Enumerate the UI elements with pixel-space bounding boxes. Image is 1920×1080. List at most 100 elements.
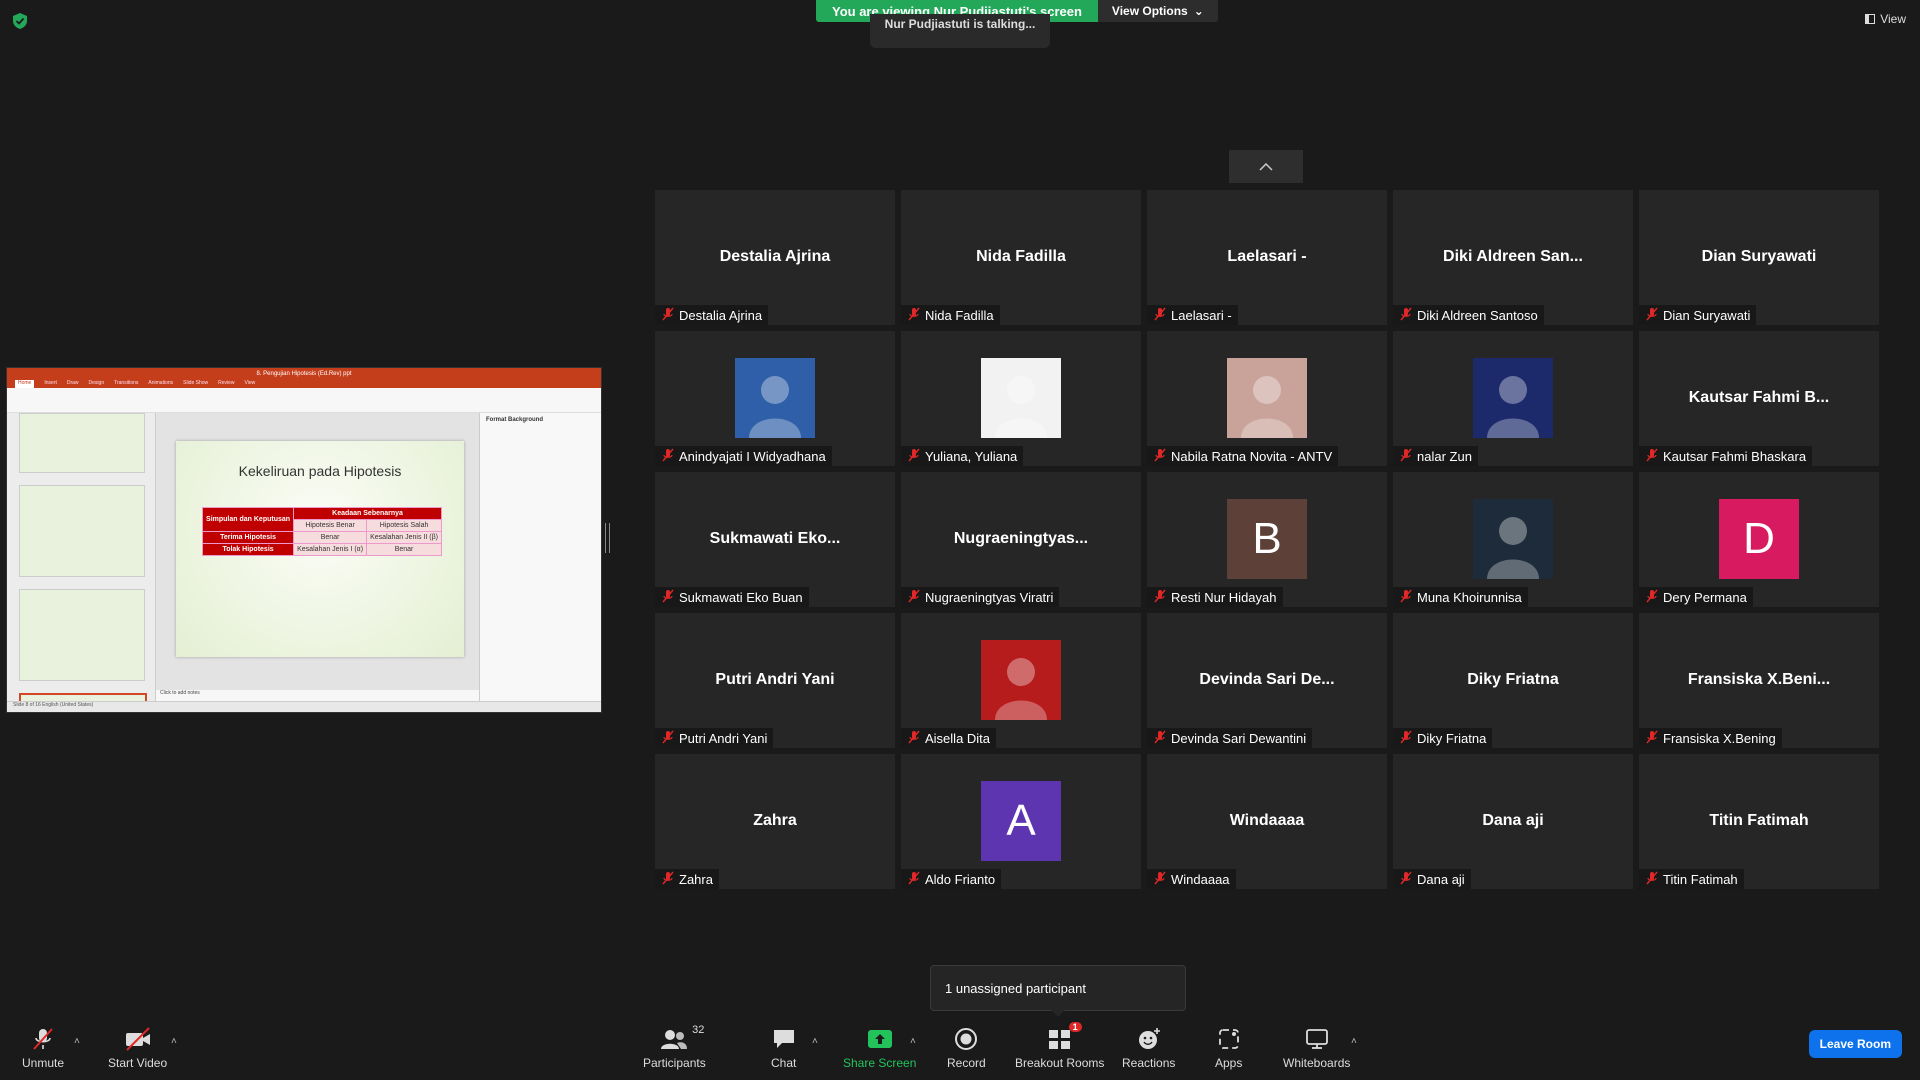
participant-tile[interactable]: Diki Aldreen San... Diki Aldreen Santoso	[1393, 190, 1633, 325]
participant-tile[interactable]: Putri Andri Yani Putri Andri Yani	[655, 613, 895, 748]
participant-tile[interactable]: A Aldo Frianto	[901, 754, 1141, 889]
participant-photo	[1473, 358, 1553, 438]
participant-display-name: Zahra	[753, 812, 797, 829]
muted-mic-icon	[1645, 871, 1659, 888]
participant-tile[interactable]: Dana aji Dana aji	[1393, 754, 1633, 889]
ppt-body: Kekeliruan pada Hipotesis Simpulan dan K…	[7, 413, 601, 707]
participant-name-label: Diky Friatna	[1393, 728, 1493, 748]
participant-tile[interactable]: Zahra Zahra	[655, 754, 895, 889]
participant-tile[interactable]: nalar Zun	[1393, 331, 1633, 466]
ppt-tab: Draw	[66, 380, 79, 386]
table-row-label: Terima Hipotesis	[201, 531, 295, 544]
apps-label: Apps	[1215, 1056, 1243, 1070]
ppt-tab: Insert	[44, 380, 57, 386]
leave-room-button[interactable]: Leave Room	[1808, 1030, 1902, 1058]
participant-tile[interactable]: Destalia Ajrina Destalia Ajrina	[655, 190, 895, 325]
muted-mic-icon	[661, 307, 675, 324]
chat-options-caret-icon[interactable]: ˄	[812, 1036, 818, 1047]
participant-tile[interactable]: Windaaaa Windaaaa	[1147, 754, 1387, 889]
participant-tile[interactable]: Yuliana, Yuliana	[901, 331, 1141, 466]
muted-mic-icon	[30, 1026, 56, 1052]
participant-tile[interactable]: Muna Khoirunnisa	[1393, 472, 1633, 607]
participant-display-name: Dian Suryawati	[1701, 248, 1817, 265]
muted-mic-icon	[1153, 589, 1167, 606]
reactions-icon	[1137, 1026, 1161, 1052]
participant-tile[interactable]: Nida Fadilla Nida Fadilla	[901, 190, 1141, 325]
encryption-shield-icon[interactable]	[12, 12, 28, 30]
participant-name-label: Sukmawati Eko Buan	[655, 587, 809, 607]
unmute-button[interactable]: Unmute	[22, 1026, 64, 1070]
shared-screen[interactable]: 8. Pengujian Hipotesis (Ed.Rev) ppt Home…	[6, 367, 602, 713]
participants-button[interactable]: 32 Participants	[643, 1024, 706, 1070]
unassigned-participant-popover[interactable]: 1 unassigned participant	[930, 965, 1186, 1017]
participant-tile[interactable]: Diky Friatna Diky Friatna	[1393, 613, 1633, 748]
participant-tile[interactable]: Sukmawati Eko... Sukmawati Eko Buan	[655, 472, 895, 607]
participant-name-label: Aldo Frianto	[901, 869, 1002, 889]
participant-display-name: Windaaaa	[1229, 812, 1305, 829]
participant-name-label: Yuliana, Yuliana	[901, 446, 1024, 466]
ppt-tab: Design	[88, 380, 105, 386]
audio-options-caret-icon[interactable]: ˄	[74, 1036, 80, 1047]
ppt-tab: Home	[15, 380, 35, 388]
participant-tile[interactable]: Fransiska X.Beni... Fransiska X.Bening	[1639, 613, 1879, 748]
chat-button[interactable]: Chat	[771, 1026, 796, 1070]
participant-avatar: D	[1719, 499, 1799, 579]
muted-mic-icon	[907, 730, 921, 747]
breakout-rooms-button[interactable]: 1 Breakout Rooms	[1015, 1022, 1104, 1070]
table-header-right: Keadaan Sebenarnya	[293, 507, 442, 520]
participant-name: Yuliana, Yuliana	[925, 448, 1018, 464]
whiteboard-options-caret-icon[interactable]: ˄	[1351, 1036, 1357, 1047]
reactions-button[interactable]: Reactions	[1122, 1026, 1175, 1070]
participant-tile[interactable]: Titin Fatimah Titin Fatimah	[1639, 754, 1879, 889]
view-button[interactable]: View	[1865, 12, 1906, 26]
participant-tile[interactable]: Dian Suryawati Dian Suryawati	[1639, 190, 1879, 325]
whiteboards-button[interactable]: Whiteboards	[1283, 1026, 1350, 1070]
gallery-collapse-button[interactable]	[1229, 150, 1303, 183]
participant-tile[interactable]: Kautsar Fahmi B... Kautsar Fahmi Bhaskara	[1639, 331, 1879, 466]
participant-name-label: Nugraeningtyas Viratri	[901, 587, 1060, 607]
slide-thumbnail	[19, 589, 145, 681]
chat-label: Chat	[771, 1056, 797, 1070]
view-options-button[interactable]: View Options ⌄	[1097, 0, 1218, 22]
participant-display-name: Destalia Ajrina	[719, 248, 831, 265]
participant-photo	[981, 640, 1061, 720]
participant-tile[interactable]: D Dery Permana	[1639, 472, 1879, 607]
hypothesis-table: Simpulan dan Keputusan Keadaan Sebenarny…	[201, 507, 442, 556]
table-header-left: Simpulan dan Keputusan	[201, 507, 295, 532]
reactions-label: Reactions	[1122, 1056, 1176, 1070]
participant-name-label: Zahra	[655, 869, 719, 889]
video-options-caret-icon[interactable]: ˄	[171, 1036, 177, 1047]
participants-label: Participants	[643, 1056, 706, 1070]
share-screen-button[interactable]: Share Screen	[843, 1026, 916, 1070]
participant-name-label: Dana aji	[1393, 869, 1471, 889]
start-video-label: Start Video	[108, 1056, 168, 1070]
participant-name: Destalia Ajrina	[679, 307, 763, 323]
split-divider-handle[interactable]	[605, 523, 610, 553]
participant-name-label: Titin Fatimah	[1639, 869, 1744, 889]
participant-name: Dery Permana	[1663, 589, 1747, 605]
ppt-file-name: 8. Pengujian Hipotesis (Ed.Rev) ppt	[256, 371, 352, 377]
participant-tile[interactable]: Anindyajati I Widyadhana	[655, 331, 895, 466]
muted-mic-icon	[1399, 871, 1413, 888]
record-label: Record	[947, 1056, 986, 1070]
muted-mic-icon	[1399, 307, 1413, 324]
participant-tile[interactable]: Aisella Dita	[901, 613, 1141, 748]
participant-display-name: Kautsar Fahmi B...	[1688, 389, 1830, 406]
participant-name: nalar Zun	[1417, 448, 1472, 464]
start-video-button[interactable]: Start Video	[108, 1026, 167, 1070]
share-options-caret-icon[interactable]: ˄	[910, 1036, 916, 1047]
active-speaker-indicator: Nur Pudjiastuti is talking...	[870, 14, 1050, 48]
muted-mic-icon	[661, 589, 675, 606]
participant-name-label: nalar Zun	[1393, 446, 1478, 466]
participant-display-name: Nugraeningtyas...	[953, 530, 1089, 547]
participant-tile[interactable]: B Resti Nur Hidayah	[1147, 472, 1387, 607]
participant-tile[interactable]: Devinda Sari De... Devinda Sari Dewantini	[1147, 613, 1387, 748]
chevron-down-icon: ⌄	[1193, 4, 1204, 18]
participant-tile[interactable]: Nabila Ratna Novita - ANTV	[1147, 331, 1387, 466]
apps-button[interactable]: Apps	[1215, 1026, 1242, 1070]
ppt-tab: Transitions	[114, 380, 139, 386]
participant-tile[interactable]: Laelasari - Laelasari -	[1147, 190, 1387, 325]
record-button[interactable]: Record	[947, 1026, 986, 1070]
participant-name: Nugraeningtyas Viratri	[925, 589, 1054, 605]
participant-tile[interactable]: Nugraeningtyas... Nugraeningtyas Viratri	[901, 472, 1141, 607]
